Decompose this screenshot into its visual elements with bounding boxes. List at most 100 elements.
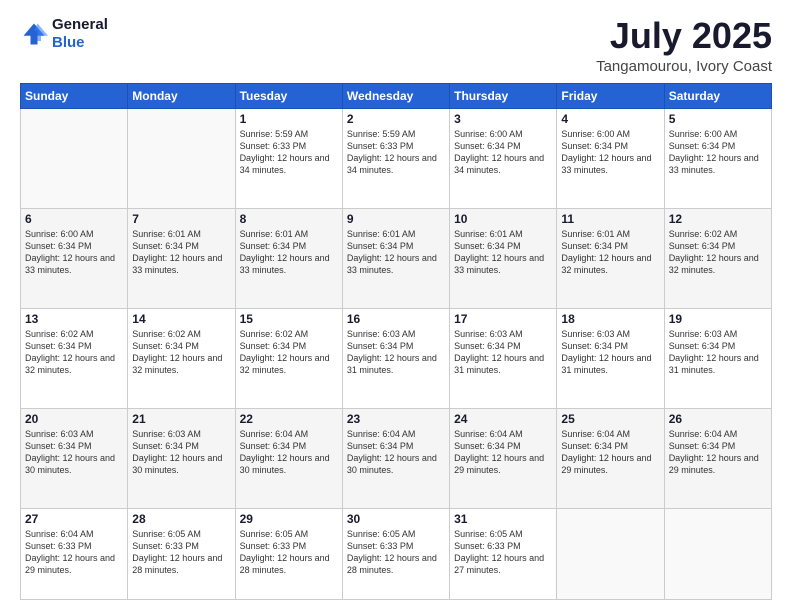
calendar-header-friday: Friday xyxy=(557,83,664,108)
day-info: Sunrise: 6:02 AM Sunset: 6:34 PM Dayligh… xyxy=(669,228,767,277)
day-number: 20 xyxy=(25,412,123,426)
page: General Blue July 2025 Tangamourou, Ivor… xyxy=(0,0,792,612)
calendar-header-monday: Monday xyxy=(128,83,235,108)
day-info: Sunrise: 6:04 AM Sunset: 6:34 PM Dayligh… xyxy=(454,428,552,477)
day-info: Sunrise: 6:04 AM Sunset: 6:33 PM Dayligh… xyxy=(25,528,123,577)
calendar-week-3: 20 Sunrise: 6:03 AM Sunset: 6:34 PM Dayli… xyxy=(21,408,772,508)
day-info: Sunrise: 6:00 AM Sunset: 6:34 PM Dayligh… xyxy=(25,228,123,277)
day-number: 11 xyxy=(561,212,659,226)
day-info: Sunrise: 6:05 AM Sunset: 6:33 PM Dayligh… xyxy=(240,528,338,577)
calendar-header-sunday: Sunday xyxy=(21,83,128,108)
day-info: Sunrise: 6:00 AM Sunset: 6:34 PM Dayligh… xyxy=(454,128,552,177)
day-number: 31 xyxy=(454,512,552,526)
calendar-cell: 9 Sunrise: 6:01 AM Sunset: 6:34 PM Daylig… xyxy=(342,208,449,308)
day-info: Sunrise: 6:05 AM Sunset: 6:33 PM Dayligh… xyxy=(454,528,552,577)
day-info: Sunrise: 5:59 AM Sunset: 6:33 PM Dayligh… xyxy=(240,128,338,177)
calendar-header-wednesday: Wednesday xyxy=(342,83,449,108)
calendar-cell: 4 Sunrise: 6:00 AM Sunset: 6:34 PM Daylig… xyxy=(557,108,664,208)
day-info: Sunrise: 6:03 AM Sunset: 6:34 PM Dayligh… xyxy=(561,328,659,377)
day-number: 9 xyxy=(347,212,445,226)
day-number: 19 xyxy=(669,312,767,326)
main-title: July 2025 xyxy=(596,16,772,56)
day-number: 21 xyxy=(132,412,230,426)
calendar-cell: 12 Sunrise: 6:02 AM Sunset: 6:34 PM Dayli… xyxy=(664,208,771,308)
subtitle: Tangamourou, Ivory Coast xyxy=(596,58,772,75)
day-number: 13 xyxy=(25,312,123,326)
day-info: Sunrise: 5:59 AM Sunset: 6:33 PM Dayligh… xyxy=(347,128,445,177)
calendar-cell: 28 Sunrise: 6:05 AM Sunset: 6:33 PM Dayli… xyxy=(128,508,235,599)
day-info: Sunrise: 6:03 AM Sunset: 6:34 PM Dayligh… xyxy=(347,328,445,377)
day-info: Sunrise: 6:01 AM Sunset: 6:34 PM Dayligh… xyxy=(132,228,230,277)
calendar-cell: 31 Sunrise: 6:05 AM Sunset: 6:33 PM Dayli… xyxy=(450,508,557,599)
calendar-cell: 16 Sunrise: 6:03 AM Sunset: 6:34 PM Dayli… xyxy=(342,308,449,408)
calendar-cell: 26Sunrise: 6:04 AM Sunset: 6:34 PM Dayli… xyxy=(664,408,771,508)
day-number: 6 xyxy=(25,212,123,226)
calendar-week-1: 6 Sunrise: 6:00 AM Sunset: 6:34 PM Daylig… xyxy=(21,208,772,308)
calendar-cell: 30 Sunrise: 6:05 AM Sunset: 6:33 PM Dayli… xyxy=(342,508,449,599)
calendar-cell: 5 Sunrise: 6:00 AM Sunset: 6:34 PM Daylig… xyxy=(664,108,771,208)
calendar-cell: 25Sunrise: 6:04 AM Sunset: 6:34 PM Dayli… xyxy=(557,408,664,508)
day-info: Sunrise: 6:05 AM Sunset: 6:33 PM Dayligh… xyxy=(347,528,445,577)
calendar-cell: 19 Sunrise: 6:03 AM Sunset: 6:34 PM Dayli… xyxy=(664,308,771,408)
calendar-cell: 11 Sunrise: 6:01 AM Sunset: 6:34 PM Dayli… xyxy=(557,208,664,308)
calendar-cell: 20 Sunrise: 6:03 AM Sunset: 6:34 PM Dayli… xyxy=(21,408,128,508)
calendar-header-tuesday: Tuesday xyxy=(235,83,342,108)
calendar-cell xyxy=(664,508,771,599)
day-info: Sunrise: 6:01 AM Sunset: 6:34 PM Dayligh… xyxy=(454,228,552,277)
logo-line1: General xyxy=(52,16,108,34)
calendar-week-2: 13 Sunrise: 6:02 AM Sunset: 6:34 PM Dayli… xyxy=(21,308,772,408)
calendar-cell: 1 Sunrise: 5:59 AM Sunset: 6:33 PM Daylig… xyxy=(235,108,342,208)
calendar-cell: 21 Sunrise: 6:03 AM Sunset: 6:34 PM Dayli… xyxy=(128,408,235,508)
day-number: 29 xyxy=(240,512,338,526)
calendar-table: SundayMondayTuesdayWednesdayThursdayFrid… xyxy=(20,83,772,600)
title-block: July 2025 Tangamourou, Ivory Coast xyxy=(596,16,772,75)
day-info: Sunrise: 6:01 AM Sunset: 6:34 PM Dayligh… xyxy=(561,228,659,277)
header: General Blue July 2025 Tangamourou, Ivor… xyxy=(20,16,772,75)
calendar-cell: 6 Sunrise: 6:00 AM Sunset: 6:34 PM Daylig… xyxy=(21,208,128,308)
day-number: 27 xyxy=(25,512,123,526)
day-info: Sunrise: 6:00 AM Sunset: 6:34 PM Dayligh… xyxy=(669,128,767,177)
calendar-week-0: 1 Sunrise: 5:59 AM Sunset: 6:33 PM Daylig… xyxy=(21,108,772,208)
day-info: Sunrise: 6:01 AM Sunset: 6:34 PM Dayligh… xyxy=(347,228,445,277)
day-number: 4 xyxy=(561,112,659,126)
day-info: Sunrise: 6:03 AM Sunset: 6:34 PM Dayligh… xyxy=(25,428,123,477)
day-number: 12 xyxy=(669,212,767,226)
calendar-header-row: SundayMondayTuesdayWednesdayThursdayFrid… xyxy=(21,83,772,108)
day-number: 28 xyxy=(132,512,230,526)
calendar-cell: 18 Sunrise: 6:03 AM Sunset: 6:34 PM Dayli… xyxy=(557,308,664,408)
day-info: Sunrise: 6:01 AM Sunset: 6:34 PM Dayligh… xyxy=(240,228,338,277)
day-number: 5 xyxy=(669,112,767,126)
day-info: Sunrise: 6:04 AM Sunset: 6:34 PM Dayligh… xyxy=(240,428,338,477)
day-info: Sunrise: 6:00 AM Sunset: 6:34 PM Dayligh… xyxy=(561,128,659,177)
logo-line2: Blue xyxy=(52,34,108,52)
day-number: 1 xyxy=(240,112,338,126)
day-info: Sunrise: 6:04 AM Sunset: 6:34 PM Dayligh… xyxy=(561,428,659,477)
calendar-cell: 22 Sunrise: 6:04 AM Sunset: 6:34 PM Dayli… xyxy=(235,408,342,508)
day-info: Sunrise: 6:03 AM Sunset: 6:34 PM Dayligh… xyxy=(669,328,767,377)
calendar-cell: 23Sunrise: 6:04 AM Sunset: 6:34 PM Dayli… xyxy=(342,408,449,508)
day-info: Sunrise: 6:04 AM Sunset: 6:34 PM Dayligh… xyxy=(669,428,767,477)
day-number: 8 xyxy=(240,212,338,226)
day-number: 23 xyxy=(347,412,445,426)
day-number: 16 xyxy=(347,312,445,326)
calendar-cell: 15Sunrise: 6:02 AM Sunset: 6:34 PM Dayli… xyxy=(235,308,342,408)
calendar-cell: 8 Sunrise: 6:01 AM Sunset: 6:34 PM Daylig… xyxy=(235,208,342,308)
calendar-cell: 7 Sunrise: 6:01 AM Sunset: 6:34 PM Daylig… xyxy=(128,208,235,308)
day-number: 7 xyxy=(132,212,230,226)
calendar-cell: 2 Sunrise: 5:59 AM Sunset: 6:33 PM Daylig… xyxy=(342,108,449,208)
calendar-header-saturday: Saturday xyxy=(664,83,771,108)
logo-text: General Blue xyxy=(52,16,108,52)
day-info: Sunrise: 6:03 AM Sunset: 6:34 PM Dayligh… xyxy=(132,428,230,477)
day-number: 3 xyxy=(454,112,552,126)
day-number: 17 xyxy=(454,312,552,326)
calendar-cell xyxy=(21,108,128,208)
day-info: Sunrise: 6:02 AM Sunset: 6:34 PM Dayligh… xyxy=(132,328,230,377)
calendar-header-thursday: Thursday xyxy=(450,83,557,108)
day-number: 30 xyxy=(347,512,445,526)
day-number: 18 xyxy=(561,312,659,326)
day-number: 2 xyxy=(347,112,445,126)
day-number: 22 xyxy=(240,412,338,426)
day-info: Sunrise: 6:02 AM Sunset: 6:34 PM Dayligh… xyxy=(25,328,123,377)
day-info: Sunrise: 6:05 AM Sunset: 6:33 PM Dayligh… xyxy=(132,528,230,577)
calendar-cell: 10Sunrise: 6:01 AM Sunset: 6:34 PM Dayli… xyxy=(450,208,557,308)
